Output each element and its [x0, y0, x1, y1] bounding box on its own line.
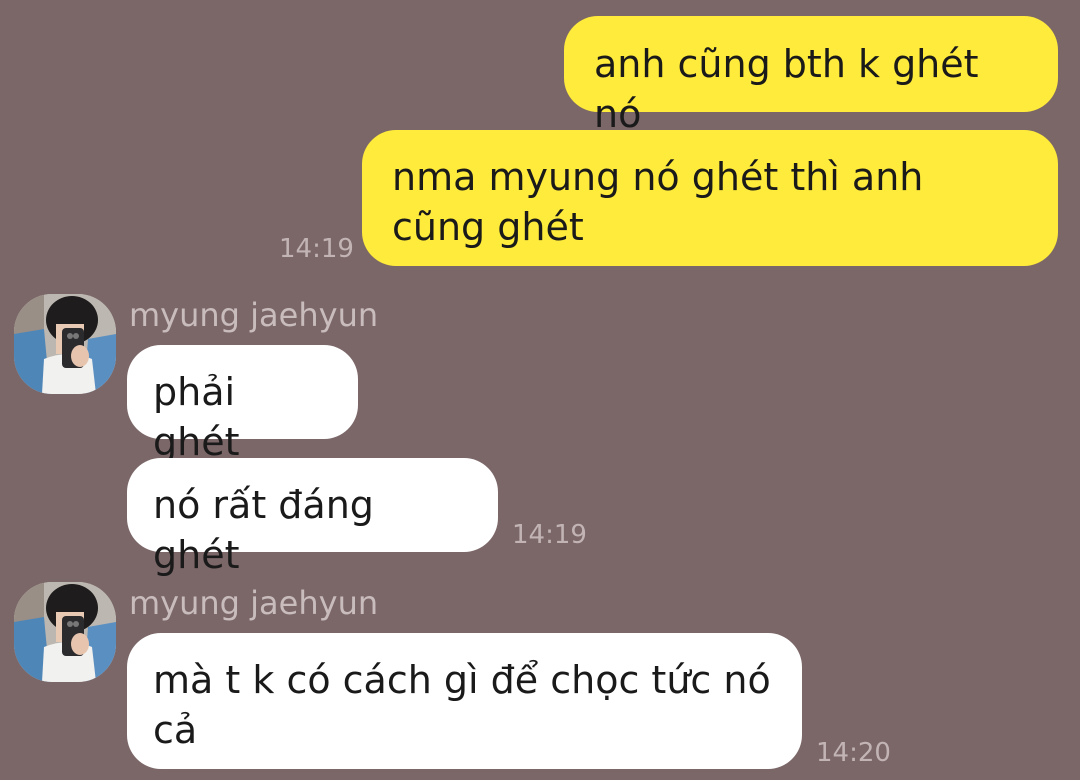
message-text: anh cũng bth k ghét nó	[594, 42, 979, 136]
sender-avatar[interactable]	[14, 582, 116, 682]
sender-name[interactable]: myung jaehyun	[129, 296, 378, 334]
message-timestamp: 14:19	[512, 520, 587, 550]
message-text: phải ghét	[153, 370, 240, 464]
outgoing-message-bubble[interactable]: anh cũng bth k ghét nó	[564, 16, 1058, 136]
message-text: nma myung nó ghét thì anh cũng ghét	[392, 155, 924, 249]
chat-area[interactable]: anh cũng bth k ghét nó nma myung nó ghét…	[0, 0, 1080, 780]
incoming-message-bubble[interactable]: phải ghét	[127, 345, 358, 464]
message-timestamp: 14:20	[816, 738, 891, 768]
incoming-message-bubble[interactable]: nó rất đáng ghét	[127, 458, 498, 577]
sender-avatar[interactable]	[14, 294, 116, 394]
sender-name[interactable]: myung jaehyun	[129, 584, 378, 622]
outgoing-message-bubble[interactable]: nma myung nó ghét thì anh cũng ghét	[362, 130, 1058, 266]
message-text: nó rất đáng ghét	[153, 483, 374, 577]
incoming-message-bubble[interactable]: mà t k có cách gì để chọc tức nó cả	[127, 633, 802, 769]
message-text: mà t k có cách gì để chọc tức nó cả	[153, 658, 771, 752]
message-timestamp: 14:19	[279, 234, 354, 264]
